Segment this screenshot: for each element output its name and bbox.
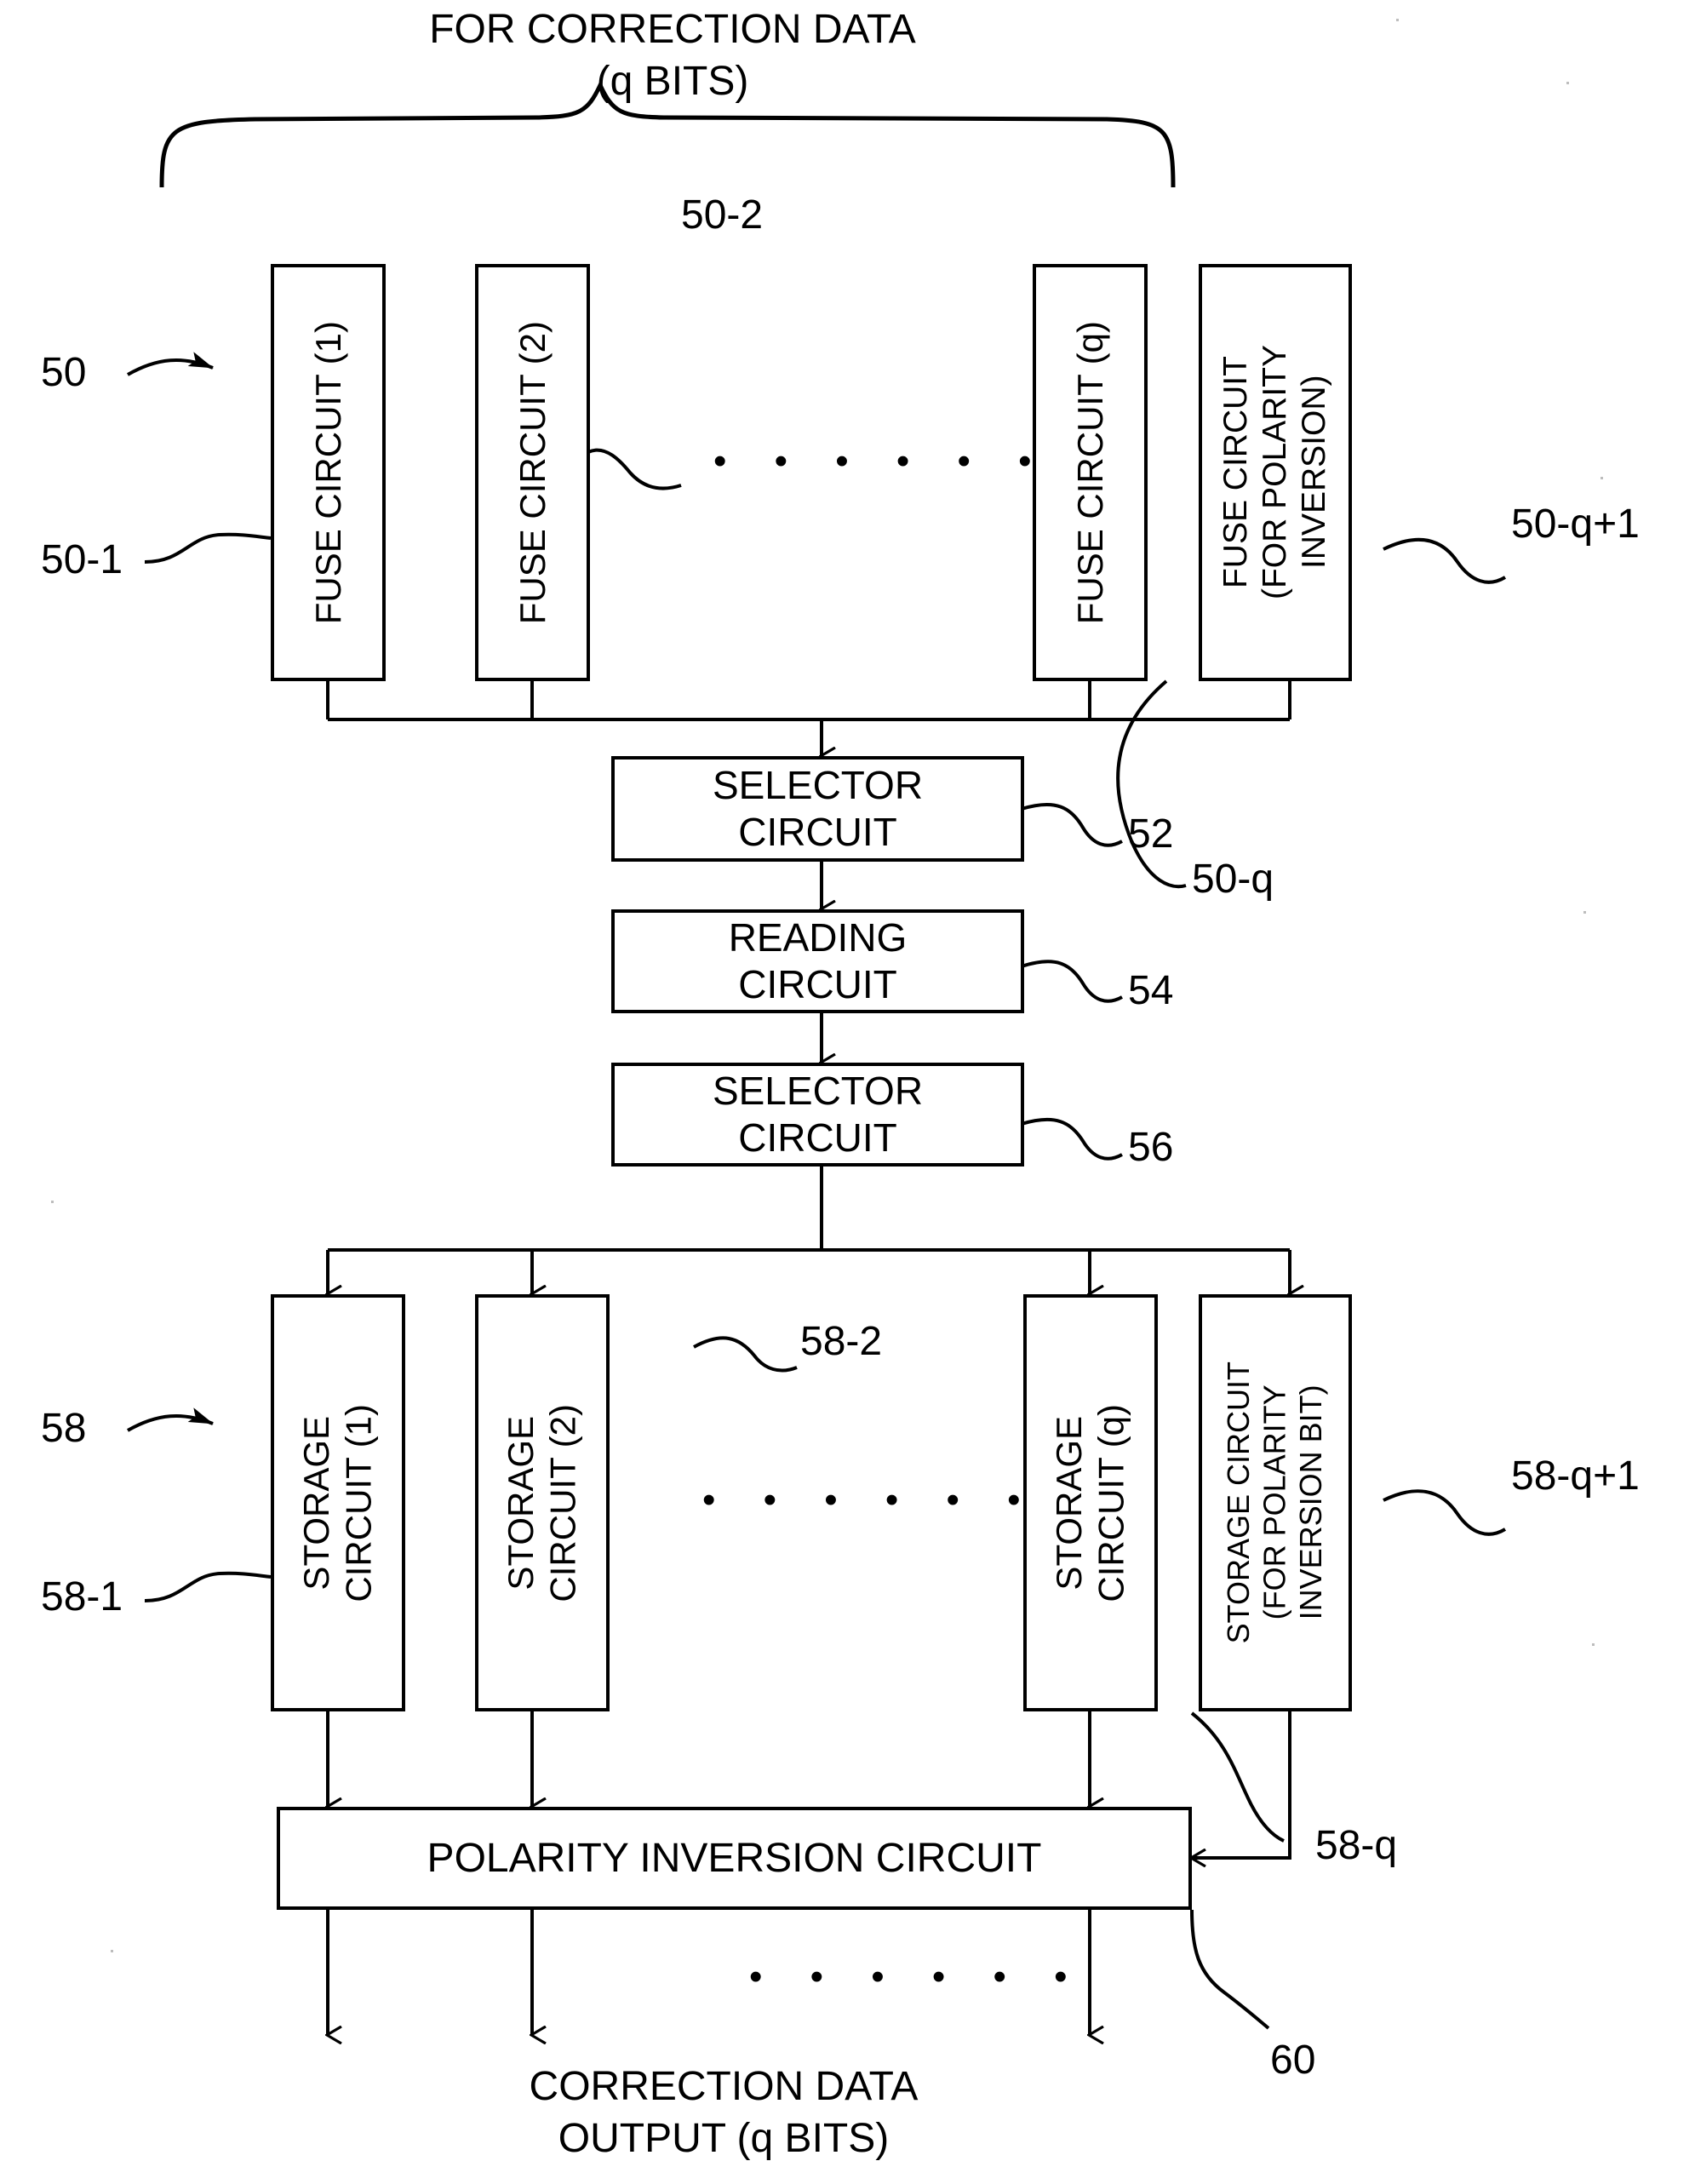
- ref-label-50-2: 50-2: [681, 192, 764, 238]
- scan-speck: [1566, 82, 1569, 84]
- polarity-inversion-circuit-label: POLARITY INVERSION CIRCUIT: [427, 1835, 1042, 1881]
- polarity-inversion-circuit-box: POLARITY INVERSION CIRCUIT: [277, 1807, 1192, 1910]
- ref-label-50-1: 50-1: [41, 537, 123, 582]
- selector-circuit-52-box: SELECTOR CIRCUIT: [611, 756, 1024, 862]
- fuse-circuit-1-label: FUSE CIRCUIT (1): [307, 320, 348, 625]
- ref-label-50-q: 50-q: [1192, 857, 1274, 902]
- ref-label-54: 54: [1128, 968, 1174, 1013]
- reading-circuit-54-label: READING CIRCUIT: [728, 914, 908, 1006]
- fuse-circuit-1-box: FUSE CIRCUIT (1): [271, 264, 386, 681]
- scan-speck: [111, 1950, 113, 1952]
- storage-circuit-q-box: STORAGE CIRCUIT (q): [1023, 1294, 1158, 1711]
- fuse-circuit-polarity-inversion-box: FUSE CIRCUIT (FOR POLARITY INVERSION): [1199, 264, 1352, 681]
- storage-circuit-1-label: STORAGE CIRCUIT (1): [296, 1403, 379, 1602]
- output-ellipsis: • • • • • •: [749, 1956, 1086, 1998]
- ref-label-58-q: 58-q: [1315, 1823, 1398, 1868]
- fuse-circuit-2-box: FUSE CIRCUIT (2): [475, 264, 590, 681]
- reading-circuit-54-box: READING CIRCUIT: [611, 909, 1024, 1013]
- ref-label-58: 58: [41, 1406, 87, 1451]
- storage-row-ellipsis: • • • • • •: [702, 1479, 1039, 1521]
- ref-label-56: 56: [1128, 1125, 1174, 1170]
- selector-circuit-56-label: SELECTOR CIRCUIT: [712, 1068, 924, 1160]
- scan-speck: [1396, 19, 1399, 21]
- storage-circuit-2-box: STORAGE CIRCUIT (2): [475, 1294, 610, 1711]
- scan-speck: [1583, 911, 1586, 914]
- top-caption: FOR CORRECTION DATA (q BITS): [429, 7, 916, 105]
- ref-label-58-q-plus-1: 58-q+1: [1511, 1453, 1640, 1499]
- ref-label-58-2: 58-2: [800, 1319, 883, 1364]
- bottom-caption: CORRECTION DATA OUTPUT (q BITS): [529, 2064, 919, 2162]
- storage-circuit-polarity-inversion-bit-label: STORAGE CIRCUIT (FOR POLARITY INVERSION …: [1221, 1361, 1329, 1644]
- ref-label-50-q-plus-1: 50-q+1: [1511, 502, 1640, 547]
- storage-circuit-q-label: STORAGE CIRCUIT (q): [1049, 1403, 1131, 1602]
- selector-circuit-56-box: SELECTOR CIRCUIT: [611, 1063, 1024, 1167]
- patent-figure-page: FOR CORRECTION DATA (q BITS) FUSE CIRCUI…: [0, 0, 1695, 2184]
- fuse-circuit-q-label: FUSE CIRCUIT (q): [1069, 320, 1110, 625]
- ref-label-58-1: 58-1: [41, 1574, 123, 1619]
- ref-label-52: 52: [1128, 811, 1174, 857]
- storage-circuit-1-box: STORAGE CIRCUIT (1): [271, 1294, 405, 1711]
- ref-label-60: 60: [1270, 2038, 1316, 2083]
- fuse-circuit-polarity-inversion-label: FUSE CIRCUIT (FOR POLARITY INVERSION): [1217, 345, 1332, 600]
- scan-speck: [1601, 477, 1603, 479]
- storage-circuit-polarity-inversion-bit-box: STORAGE CIRCUIT (FOR POLARITY INVERSION …: [1199, 1294, 1352, 1711]
- scan-speck: [1592, 1643, 1595, 1646]
- storage-circuit-2-label: STORAGE CIRCUIT (2): [501, 1403, 583, 1602]
- scan-speck: [51, 1201, 54, 1203]
- fuse-row-ellipsis: • • • • • •: [713, 440, 1051, 482]
- ref-label-50: 50: [41, 350, 87, 395]
- selector-circuit-52-label: SELECTOR CIRCUIT: [712, 762, 924, 854]
- fuse-circuit-2-label: FUSE CIRCUIT (2): [512, 320, 553, 625]
